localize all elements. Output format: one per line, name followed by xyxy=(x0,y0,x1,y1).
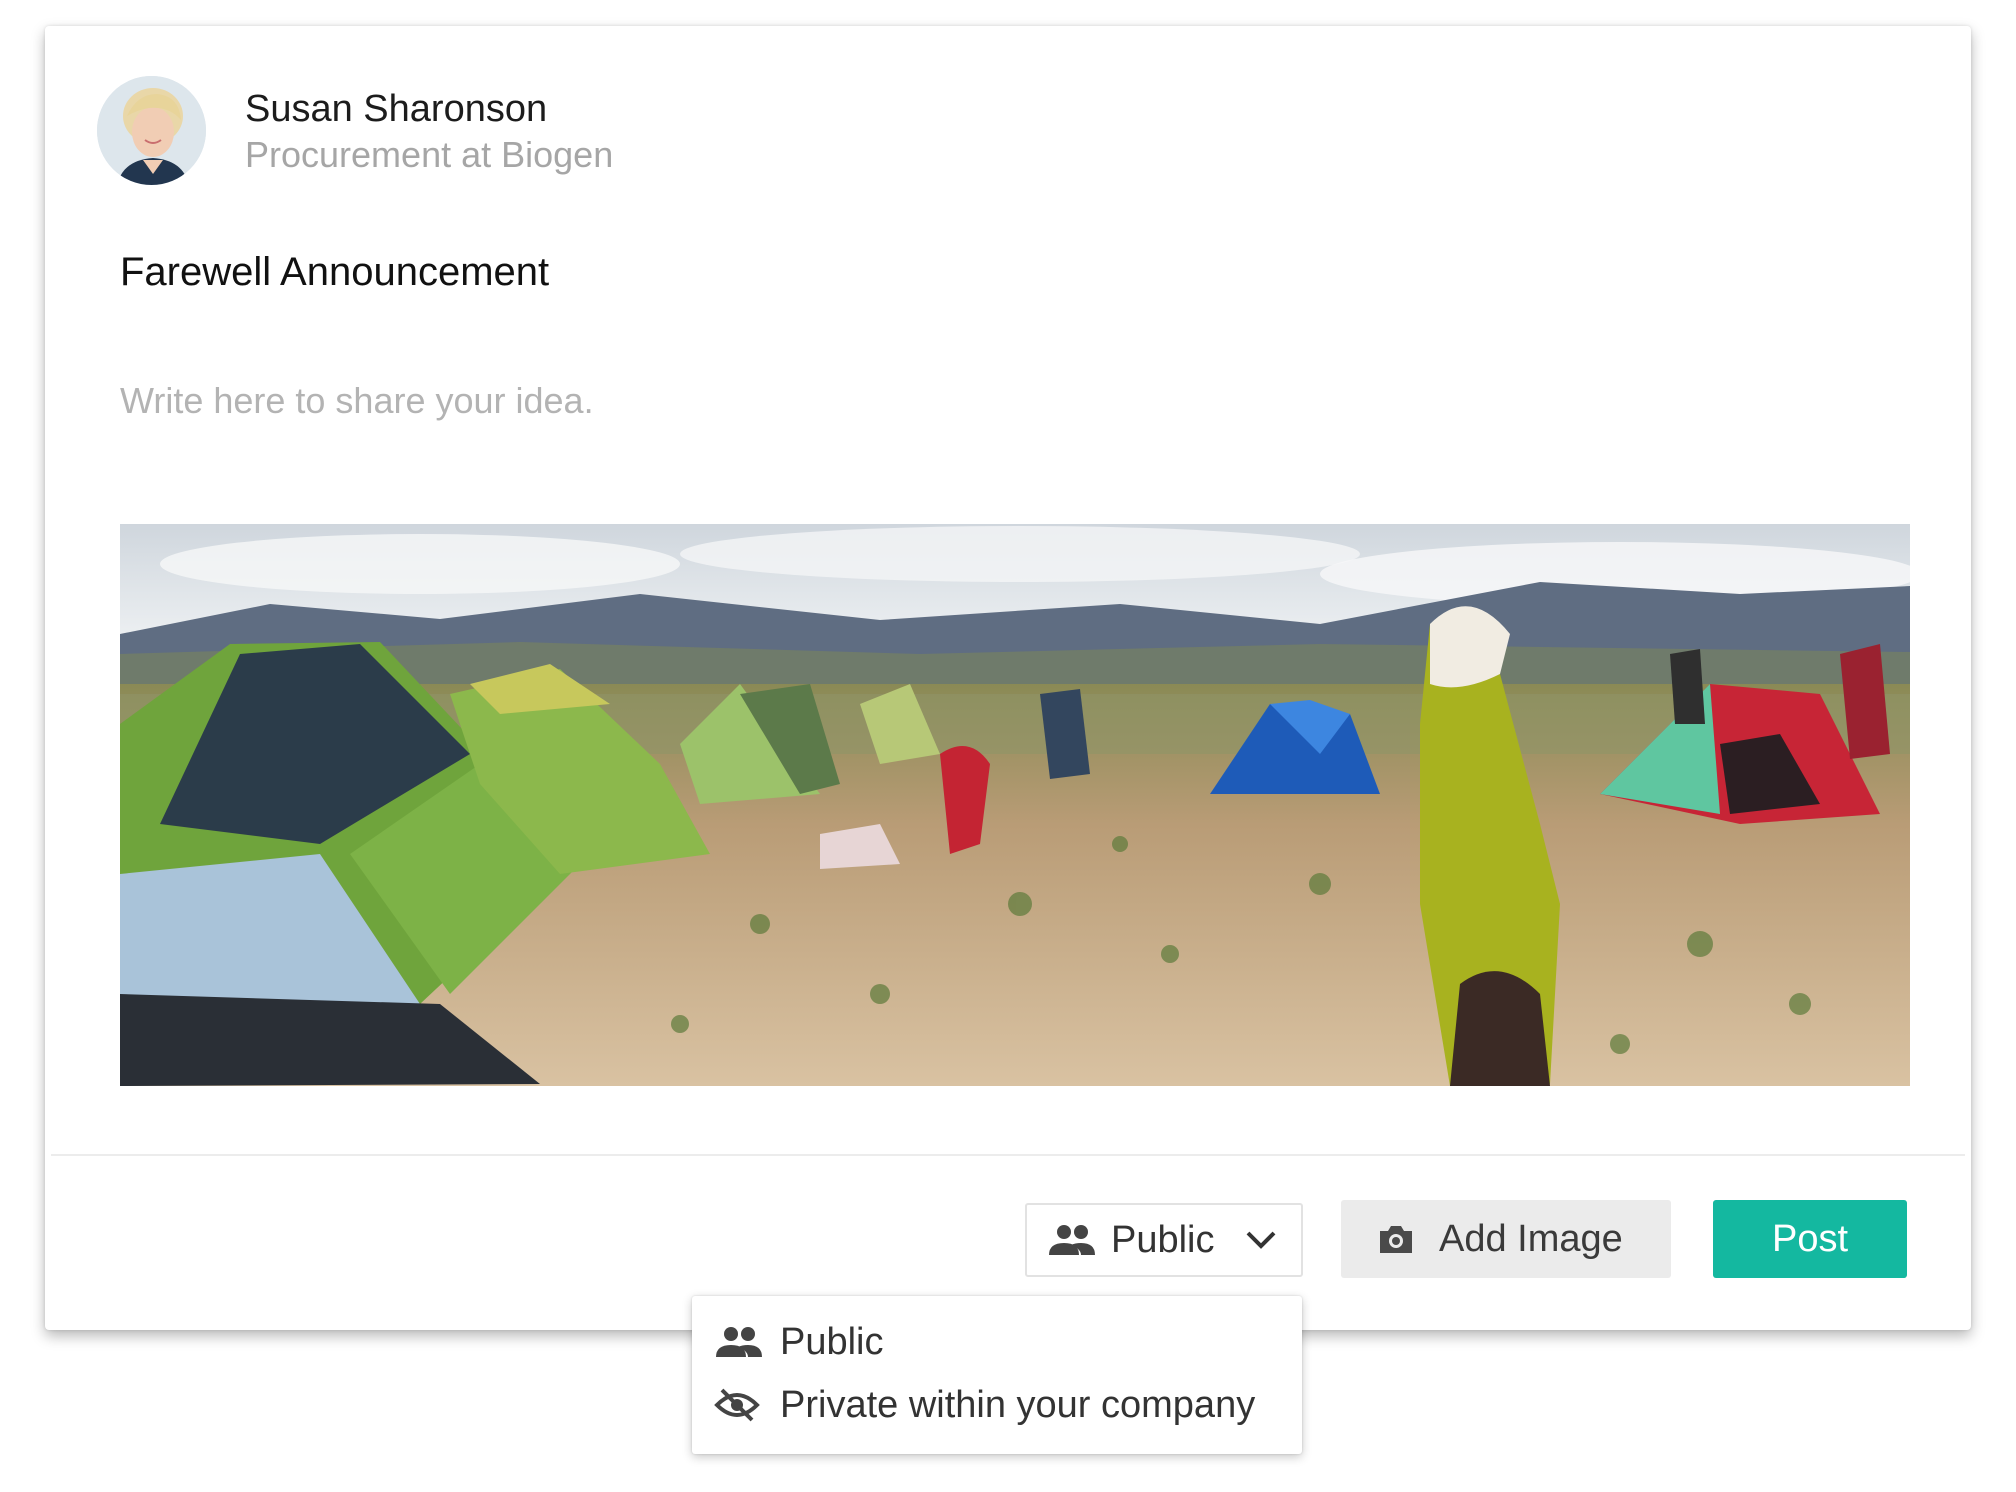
add-image-label: Add Image xyxy=(1439,1217,1623,1260)
avatar xyxy=(97,76,206,185)
people-icon xyxy=(714,1325,766,1359)
people-icon xyxy=(1047,1223,1097,1257)
visibility-dropdown[interactable]: Public xyxy=(1025,1203,1303,1277)
camera-icon xyxy=(1377,1223,1415,1255)
menu-item-label: Private within your company xyxy=(780,1383,1256,1426)
author-title: Procurement at Biogen xyxy=(245,134,614,175)
post-composer-card: Susan Sharonson Procurement at Biogen Fa… xyxy=(45,26,1971,1330)
visibility-label: Public xyxy=(1111,1218,1215,1261)
visibility-menu: Public Private within your company xyxy=(692,1296,1302,1454)
menu-item-public[interactable]: Public xyxy=(714,1316,884,1368)
post-button[interactable]: Post xyxy=(1713,1200,1907,1278)
footer-divider xyxy=(51,1154,1965,1156)
post-title[interactable]: Farewell Announcement xyxy=(120,250,549,295)
add-image-button[interactable]: Add Image xyxy=(1341,1200,1671,1278)
menu-item-private[interactable]: Private within your company xyxy=(714,1379,1255,1431)
chevron-down-icon xyxy=(1245,1230,1277,1250)
post-body-input[interactable]: Write here to share your idea. xyxy=(120,380,594,422)
menu-item-label: Public xyxy=(780,1320,884,1363)
post-image xyxy=(120,524,1910,1086)
author-name: Susan Sharonson xyxy=(245,88,548,130)
eye-off-icon xyxy=(714,1387,766,1423)
